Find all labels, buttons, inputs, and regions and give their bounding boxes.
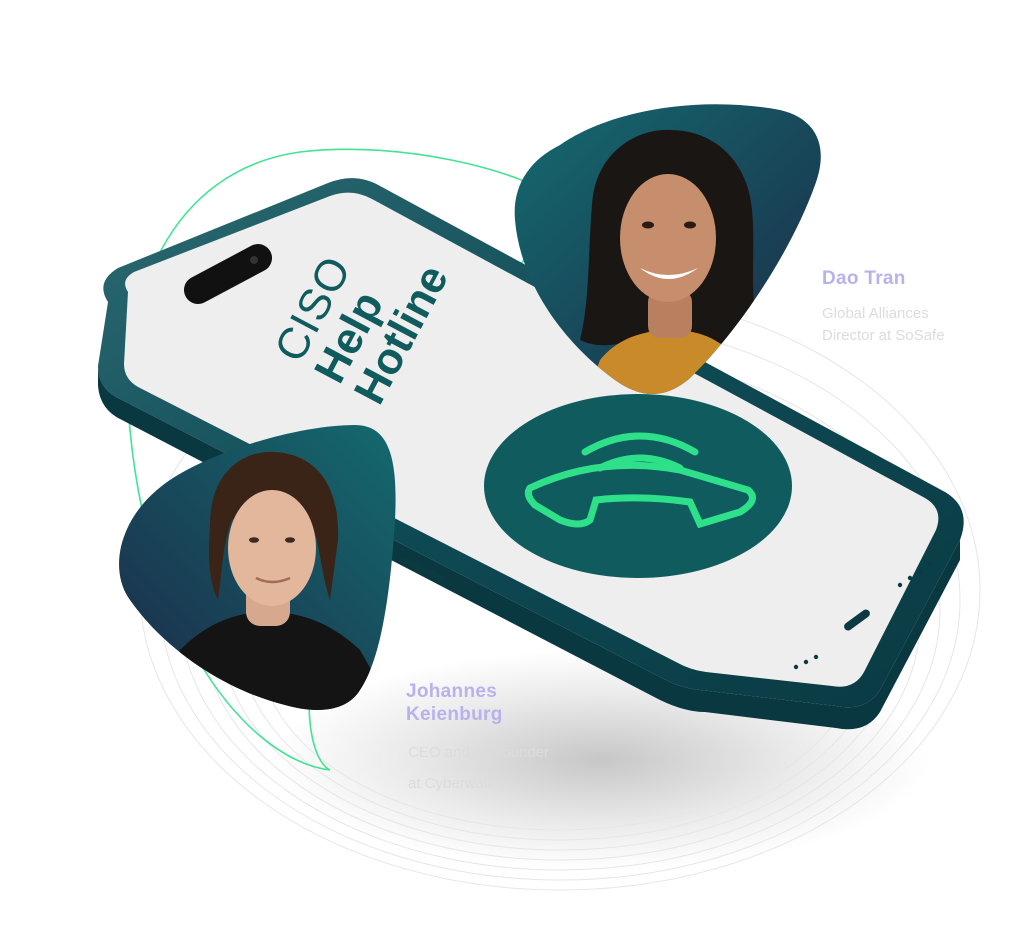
avatar-johannes-keienburg <box>119 425 396 710</box>
speaker-role-line: Global Alliances <box>822 305 929 322</box>
call-button[interactable] <box>484 394 792 578</box>
speaker-name: Johannes Keienburg <box>406 681 503 727</box>
speaker-role-line: at Cyberwalk <box>408 775 495 792</box>
speaker-role-line: CEO and Co-founder <box>408 744 549 761</box>
speaker-role: Global Alliances Director at SoSafe <box>822 303 945 347</box>
speaker-role: CEO and Co-founder at Cyberwalk <box>408 742 549 795</box>
speaker-name-line: Keienburg <box>406 703 503 725</box>
speaker-role-line: Director at SoSafe <box>822 327 945 344</box>
hero-illustration: CISO Help Hotline Dao Tran Global Allian… <box>0 0 1031 925</box>
speaker-name: Dao Tran <box>822 268 906 289</box>
speaker-name-line: Johannes <box>406 681 498 702</box>
